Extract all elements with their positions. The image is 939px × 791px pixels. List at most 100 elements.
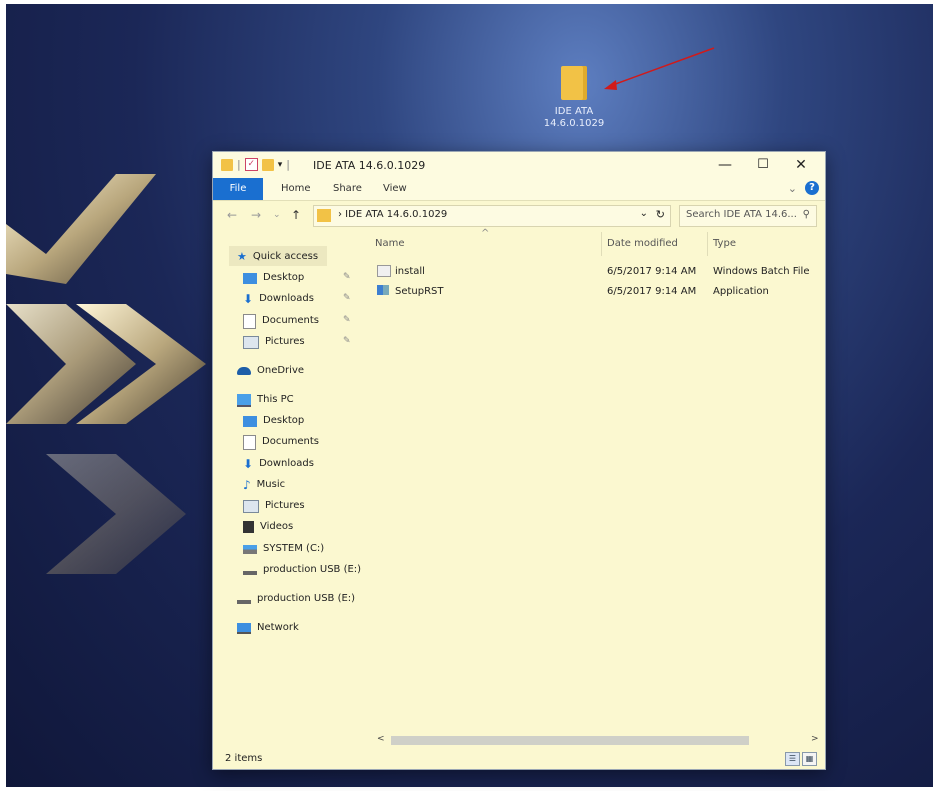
nav-label: Downloads bbox=[259, 458, 314, 469]
refresh-icon[interactable]: ↻ bbox=[656, 208, 665, 221]
file-row-install[interactable]: install 6/5/2017 9:14 AM Windows Batch F… bbox=[373, 262, 813, 282]
nav-quick-access[interactable]: ★ Quick access bbox=[237, 248, 318, 266]
address-path[interactable]: › IDE ATA 14.6.0.1029 bbox=[338, 209, 447, 220]
nav-pc-videos[interactable]: Videos bbox=[243, 518, 293, 536]
tab-view[interactable]: View bbox=[383, 178, 407, 200]
maximize-button[interactable]: ☐ bbox=[743, 152, 783, 178]
expand-ribbon-icon[interactable]: ⌄ bbox=[788, 182, 797, 195]
nav-label: This PC bbox=[257, 394, 294, 405]
nav-usb-drive[interactable]: production USB (E:) bbox=[237, 590, 355, 608]
nav-pc-pictures[interactable]: Pictures bbox=[243, 497, 305, 515]
nav-label: Documents bbox=[262, 436, 320, 447]
nav-pc-desktop[interactable]: Desktop bbox=[243, 412, 304, 430]
pictures-icon bbox=[243, 499, 259, 513]
separator: | bbox=[237, 158, 241, 171]
nav-label: Pictures bbox=[265, 336, 305, 347]
help-icon[interactable]: ? bbox=[805, 181, 819, 195]
view-switcher: ☰ ▦ bbox=[785, 752, 817, 766]
document-icon bbox=[243, 313, 256, 329]
nav-label: Documents bbox=[262, 315, 320, 326]
new-folder-icon[interactable] bbox=[261, 158, 274, 171]
file-date: 6/5/2017 9:14 AM bbox=[607, 266, 697, 277]
usb-drive-icon bbox=[243, 571, 257, 575]
cloud-icon bbox=[237, 367, 251, 375]
minimize-button[interactable]: — bbox=[705, 152, 745, 178]
scroll-left-icon[interactable]: < bbox=[377, 734, 385, 744]
up-button[interactable]: ↑ bbox=[291, 208, 301, 222]
column-header-type[interactable]: Type bbox=[713, 238, 736, 249]
usb-drive-icon bbox=[237, 600, 251, 604]
folder-icon bbox=[561, 66, 587, 100]
desktop-icon bbox=[243, 272, 257, 284]
drive-icon bbox=[243, 544, 257, 554]
scrollbar-thumb[interactable] bbox=[391, 736, 749, 745]
nav-this-pc[interactable]: This PC bbox=[237, 391, 294, 409]
navigation-pane: ★ Quick access Desktop ✎ ⬇ Downloads ✎ D… bbox=[213, 232, 367, 732]
pin-icon[interactable]: ✎ bbox=[343, 293, 351, 303]
details-view-icon[interactable]: ☰ bbox=[785, 752, 800, 766]
back-button[interactable]: ← bbox=[227, 208, 237, 222]
folder-icon bbox=[221, 158, 233, 171]
search-placeholder: Search IDE ATA 14.6... bbox=[686, 209, 797, 220]
nav-network[interactable]: Network bbox=[237, 619, 299, 637]
nav-quick-documents[interactable]: Documents bbox=[243, 312, 319, 330]
application-icon bbox=[377, 285, 389, 295]
nav-label: OneDrive bbox=[257, 365, 305, 376]
separator: | bbox=[286, 158, 290, 171]
star-icon: ★ bbox=[237, 250, 247, 263]
tab-home[interactable]: Home bbox=[281, 178, 311, 200]
large-icons-view-icon[interactable]: ▦ bbox=[802, 752, 817, 766]
column-header-name[interactable]: Name bbox=[375, 238, 405, 249]
nav-quick-downloads[interactable]: ⬇ Downloads bbox=[243, 290, 314, 308]
nav-pc-system-drive[interactable]: SYSTEM (C:) bbox=[243, 540, 324, 558]
column-divider[interactable] bbox=[707, 232, 708, 256]
column-divider[interactable] bbox=[601, 232, 602, 256]
file-type: Windows Batch File bbox=[713, 266, 810, 277]
sort-arrow-icon: ^ bbox=[481, 228, 490, 239]
nav-label: Desktop bbox=[263, 272, 305, 283]
video-icon bbox=[243, 521, 254, 533]
nav-pc-downloads[interactable]: ⬇ Downloads bbox=[243, 455, 314, 473]
pin-icon[interactable]: ✎ bbox=[343, 315, 351, 325]
nav-label: production USB (E:) bbox=[257, 593, 356, 604]
folder-label-line1: IDE ATA bbox=[554, 106, 594, 117]
search-icon: ⚲ bbox=[802, 209, 810, 220]
scroll-right-icon[interactable]: > bbox=[811, 734, 819, 744]
nav-label: Pictures bbox=[265, 500, 305, 511]
pin-icon[interactable]: ✎ bbox=[343, 336, 351, 346]
document-icon bbox=[243, 434, 256, 450]
close-button[interactable]: ✕ bbox=[781, 152, 821, 178]
download-icon: ⬇ bbox=[243, 457, 254, 471]
file-row-setuprst[interactable]: SetupRST 6/5/2017 9:14 AM Application bbox=[373, 282, 813, 302]
title-bar: | ✓ ▾ | IDE ATA 14.6.0.1029 — ☐ ✕ bbox=[213, 152, 825, 178]
tab-file[interactable]: File bbox=[213, 178, 263, 200]
file-name: install bbox=[395, 266, 425, 277]
download-icon: ⬇ bbox=[243, 292, 254, 306]
desktop-folder-ide-ata[interactable]: IDE ATA 14.6.0.1029 bbox=[524, 66, 624, 130]
nav-pc-music[interactable]: ♪ Music bbox=[243, 476, 285, 494]
nav-label: Quick access bbox=[252, 251, 319, 262]
nav-pc-usb-drive[interactable]: production USB (E:) bbox=[243, 561, 361, 579]
address-dropdown-icon[interactable]: ⌄ bbox=[640, 208, 648, 219]
wallpaper-logo bbox=[6, 174, 206, 574]
properties-icon[interactable]: ✓ bbox=[244, 158, 258, 171]
nav-quick-desktop[interactable]: Desktop bbox=[243, 269, 304, 287]
customize-qat-icon[interactable]: ▾ bbox=[278, 160, 283, 170]
item-count: 2 items bbox=[225, 753, 263, 764]
address-bar[interactable]: › IDE ATA 14.6.0.1029 ⌄ ↻ bbox=[313, 205, 671, 227]
ribbon-tabs: File Home Share View ⌄ ? bbox=[213, 178, 825, 201]
nav-label: Downloads bbox=[259, 293, 314, 304]
pin-icon[interactable]: ✎ bbox=[343, 272, 351, 282]
recent-locations-icon[interactable]: ⌄ bbox=[273, 210, 281, 220]
column-header-date[interactable]: Date modified bbox=[607, 238, 678, 249]
tab-share[interactable]: Share bbox=[333, 178, 362, 200]
horizontal-scrollbar[interactable]: < > bbox=[373, 734, 823, 748]
file-date: 6/5/2017 9:14 AM bbox=[607, 286, 697, 297]
nav-pc-documents[interactable]: Documents bbox=[243, 433, 319, 451]
nav-quick-pictures[interactable]: Pictures bbox=[243, 333, 305, 351]
ribbon-right: ⌄ ? bbox=[788, 181, 819, 195]
forward-button[interactable]: → bbox=[251, 208, 261, 222]
search-box[interactable]: Search IDE ATA 14.6... ⚲ bbox=[679, 205, 817, 227]
batch-file-icon bbox=[377, 265, 391, 277]
nav-onedrive[interactable]: OneDrive bbox=[237, 362, 304, 380]
